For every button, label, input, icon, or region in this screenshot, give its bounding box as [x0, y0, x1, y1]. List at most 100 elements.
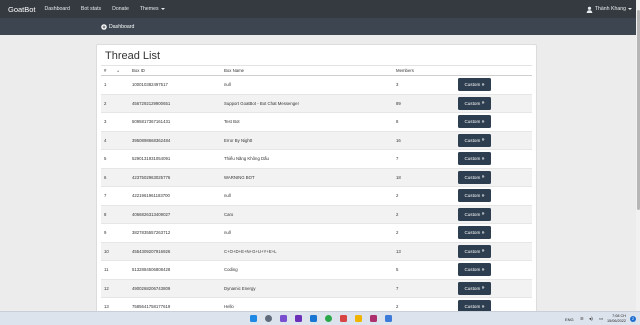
custom-button[interactable]: Custom»	[458, 281, 491, 295]
page-title: Thread List	[105, 50, 161, 62]
cell-box-name: WARNING BOT	[221, 168, 393, 187]
custom-button[interactable]: Custom»	[458, 133, 491, 147]
cell-index: 1	[101, 75, 129, 95]
clock-date: 15/06/2022	[606, 319, 626, 323]
custom-button-label: Custom	[464, 230, 481, 236]
thread-list-card: Thread List # ▲ Box ID Box Name Members 1…	[96, 44, 537, 324]
cell-action: Custom»	[455, 94, 532, 113]
custom-button[interactable]: Custom»	[458, 170, 491, 184]
double-chevron-right-icon: »	[481, 266, 485, 273]
cell-index: 9	[101, 223, 129, 243]
windows-taskbar: ENG ≋ ◂) ▭ 7:08 CH 15/06/2022 2	[0, 311, 640, 325]
brand-logo[interactable]: GoatBot	[8, 5, 36, 14]
double-chevron-right-icon: »	[481, 81, 485, 88]
cell-box-name: Caro	[221, 205, 393, 224]
nav-dashboard-link[interactable]: Dashboard	[45, 6, 70, 12]
chevron-down-icon	[160, 7, 165, 10]
col-header-box-name[interactable]: Box Name	[221, 65, 393, 76]
system-clock[interactable]: 7:08 CH 15/06/2022	[607, 314, 626, 324]
cell-box-id: 4237502963025776	[129, 168, 221, 187]
custom-button[interactable]: Custom»	[458, 115, 491, 129]
cell-box-id: 3950898668362484	[129, 131, 221, 150]
table-header-row: # ▲ Box ID Box Name Members	[101, 65, 532, 76]
cell-action: Custom»	[455, 279, 532, 298]
custom-button-label: Custom	[464, 285, 481, 291]
double-chevron-right-icon: »	[481, 137, 485, 144]
cell-box-id: 4066826313409027	[129, 205, 221, 224]
sort-icon: ▲	[116, 69, 120, 73]
app-icon[interactable]	[370, 315, 377, 322]
nav-donate-link[interactable]: Donate	[112, 6, 129, 12]
custom-button[interactable]: Custom»	[458, 263, 491, 277]
col-header-index[interactable]: # ▲	[101, 65, 129, 76]
visual-studio-icon[interactable]	[295, 315, 302, 322]
cell-members: 2	[393, 223, 455, 243]
double-chevron-right-icon: »	[481, 155, 485, 162]
cell-members: 13	[393, 242, 455, 261]
wifi-icon[interactable]: ≋	[580, 312, 584, 325]
volume-icon[interactable]: ◂)	[589, 312, 593, 325]
battery-icon[interactable]: ▭	[599, 312, 603, 325]
user-menu[interactable]: Thành Khang	[586, 0, 632, 18]
cell-members: 5	[393, 260, 455, 280]
app-icon[interactable]	[280, 315, 287, 322]
cell-action: Custom»	[455, 149, 532, 169]
custom-button[interactable]: Custom»	[458, 226, 491, 240]
language-label: ENG	[565, 316, 574, 322]
cell-action: Custom»	[455, 205, 532, 224]
app-icon[interactable]	[385, 315, 392, 322]
subnav-dashboard-link[interactable]: Dashboard	[109, 24, 134, 30]
themes-dropdown[interactable]: Themes	[140, 6, 165, 12]
cell-box-name: Dynamic Energy	[221, 279, 393, 298]
custom-button[interactable]: Custom»	[458, 78, 491, 92]
cell-box-name: Support GoatBot - Bot Chat Messenger	[221, 94, 393, 113]
nav-bot-stats-link[interactable]: Bot stats	[81, 6, 101, 12]
cell-members: 7	[393, 149, 455, 169]
cell-members: 2	[393, 205, 455, 224]
table-row: 3 5095817367161431 Test Bot 8 Custom»	[101, 112, 532, 132]
folder-icon[interactable]	[355, 315, 362, 322]
cell-box-name: null	[221, 186, 393, 206]
cell-index: 7	[101, 186, 129, 206]
cell-members: 3	[393, 75, 455, 95]
cell-index: 4	[101, 131, 129, 150]
custom-button-label: Custom	[464, 156, 481, 162]
custom-button[interactable]: Custom»	[458, 96, 491, 110]
double-chevron-right-icon: »	[481, 174, 485, 181]
cell-box-name: Test Bot	[221, 112, 393, 132]
custom-button[interactable]: Custom»	[458, 189, 491, 203]
double-chevron-right-icon: »	[481, 229, 485, 236]
custom-button[interactable]: Custom»	[458, 152, 491, 166]
scroll-thumb[interactable]	[636, 10, 640, 210]
cell-action: Custom»	[455, 75, 532, 95]
cell-index: 2	[101, 94, 129, 113]
table-row: 7 4221961961183700 null 2 Custom»	[101, 186, 532, 206]
col-header-box-id[interactable]: Box ID	[129, 65, 221, 76]
app-icon[interactable]	[340, 315, 347, 322]
sub-navbar: Dashboard	[0, 18, 640, 35]
custom-button[interactable]: Custom»	[458, 244, 491, 258]
col-header-members[interactable]: Members	[393, 65, 455, 76]
search-icon[interactable]	[265, 315, 272, 322]
chevron-down-icon	[628, 8, 632, 10]
cell-action: Custom»	[455, 260, 532, 280]
col-header-action	[455, 65, 532, 76]
browser-icon[interactable]	[325, 315, 332, 322]
start-icon[interactable]	[250, 315, 257, 322]
custom-button[interactable]: Custom»	[458, 207, 491, 221]
double-chevron-right-icon: »	[481, 303, 485, 310]
language-indicator[interactable]: ENG	[565, 312, 574, 325]
cell-box-name: Error By Nightt	[221, 131, 393, 150]
double-chevron-right-icon: »	[481, 211, 485, 218]
cell-members: 89	[393, 94, 455, 113]
cell-box-id: 5132884506808428	[129, 260, 221, 280]
table-row: 9 3827835557263712 null 2 Custom»	[101, 223, 532, 243]
page-scrollbar[interactable]	[636, 0, 640, 311]
custom-button-label: Custom	[464, 248, 481, 254]
notification-badge[interactable]: 2	[630, 316, 636, 322]
thread-table: # ▲ Box ID Box Name Members 1 100010382497…	[101, 65, 532, 317]
plus-circle-icon	[101, 23, 107, 30]
vscode-icon[interactable]	[310, 315, 317, 322]
cell-index: 8	[101, 205, 129, 224]
cell-box-name: Coding	[221, 260, 393, 280]
